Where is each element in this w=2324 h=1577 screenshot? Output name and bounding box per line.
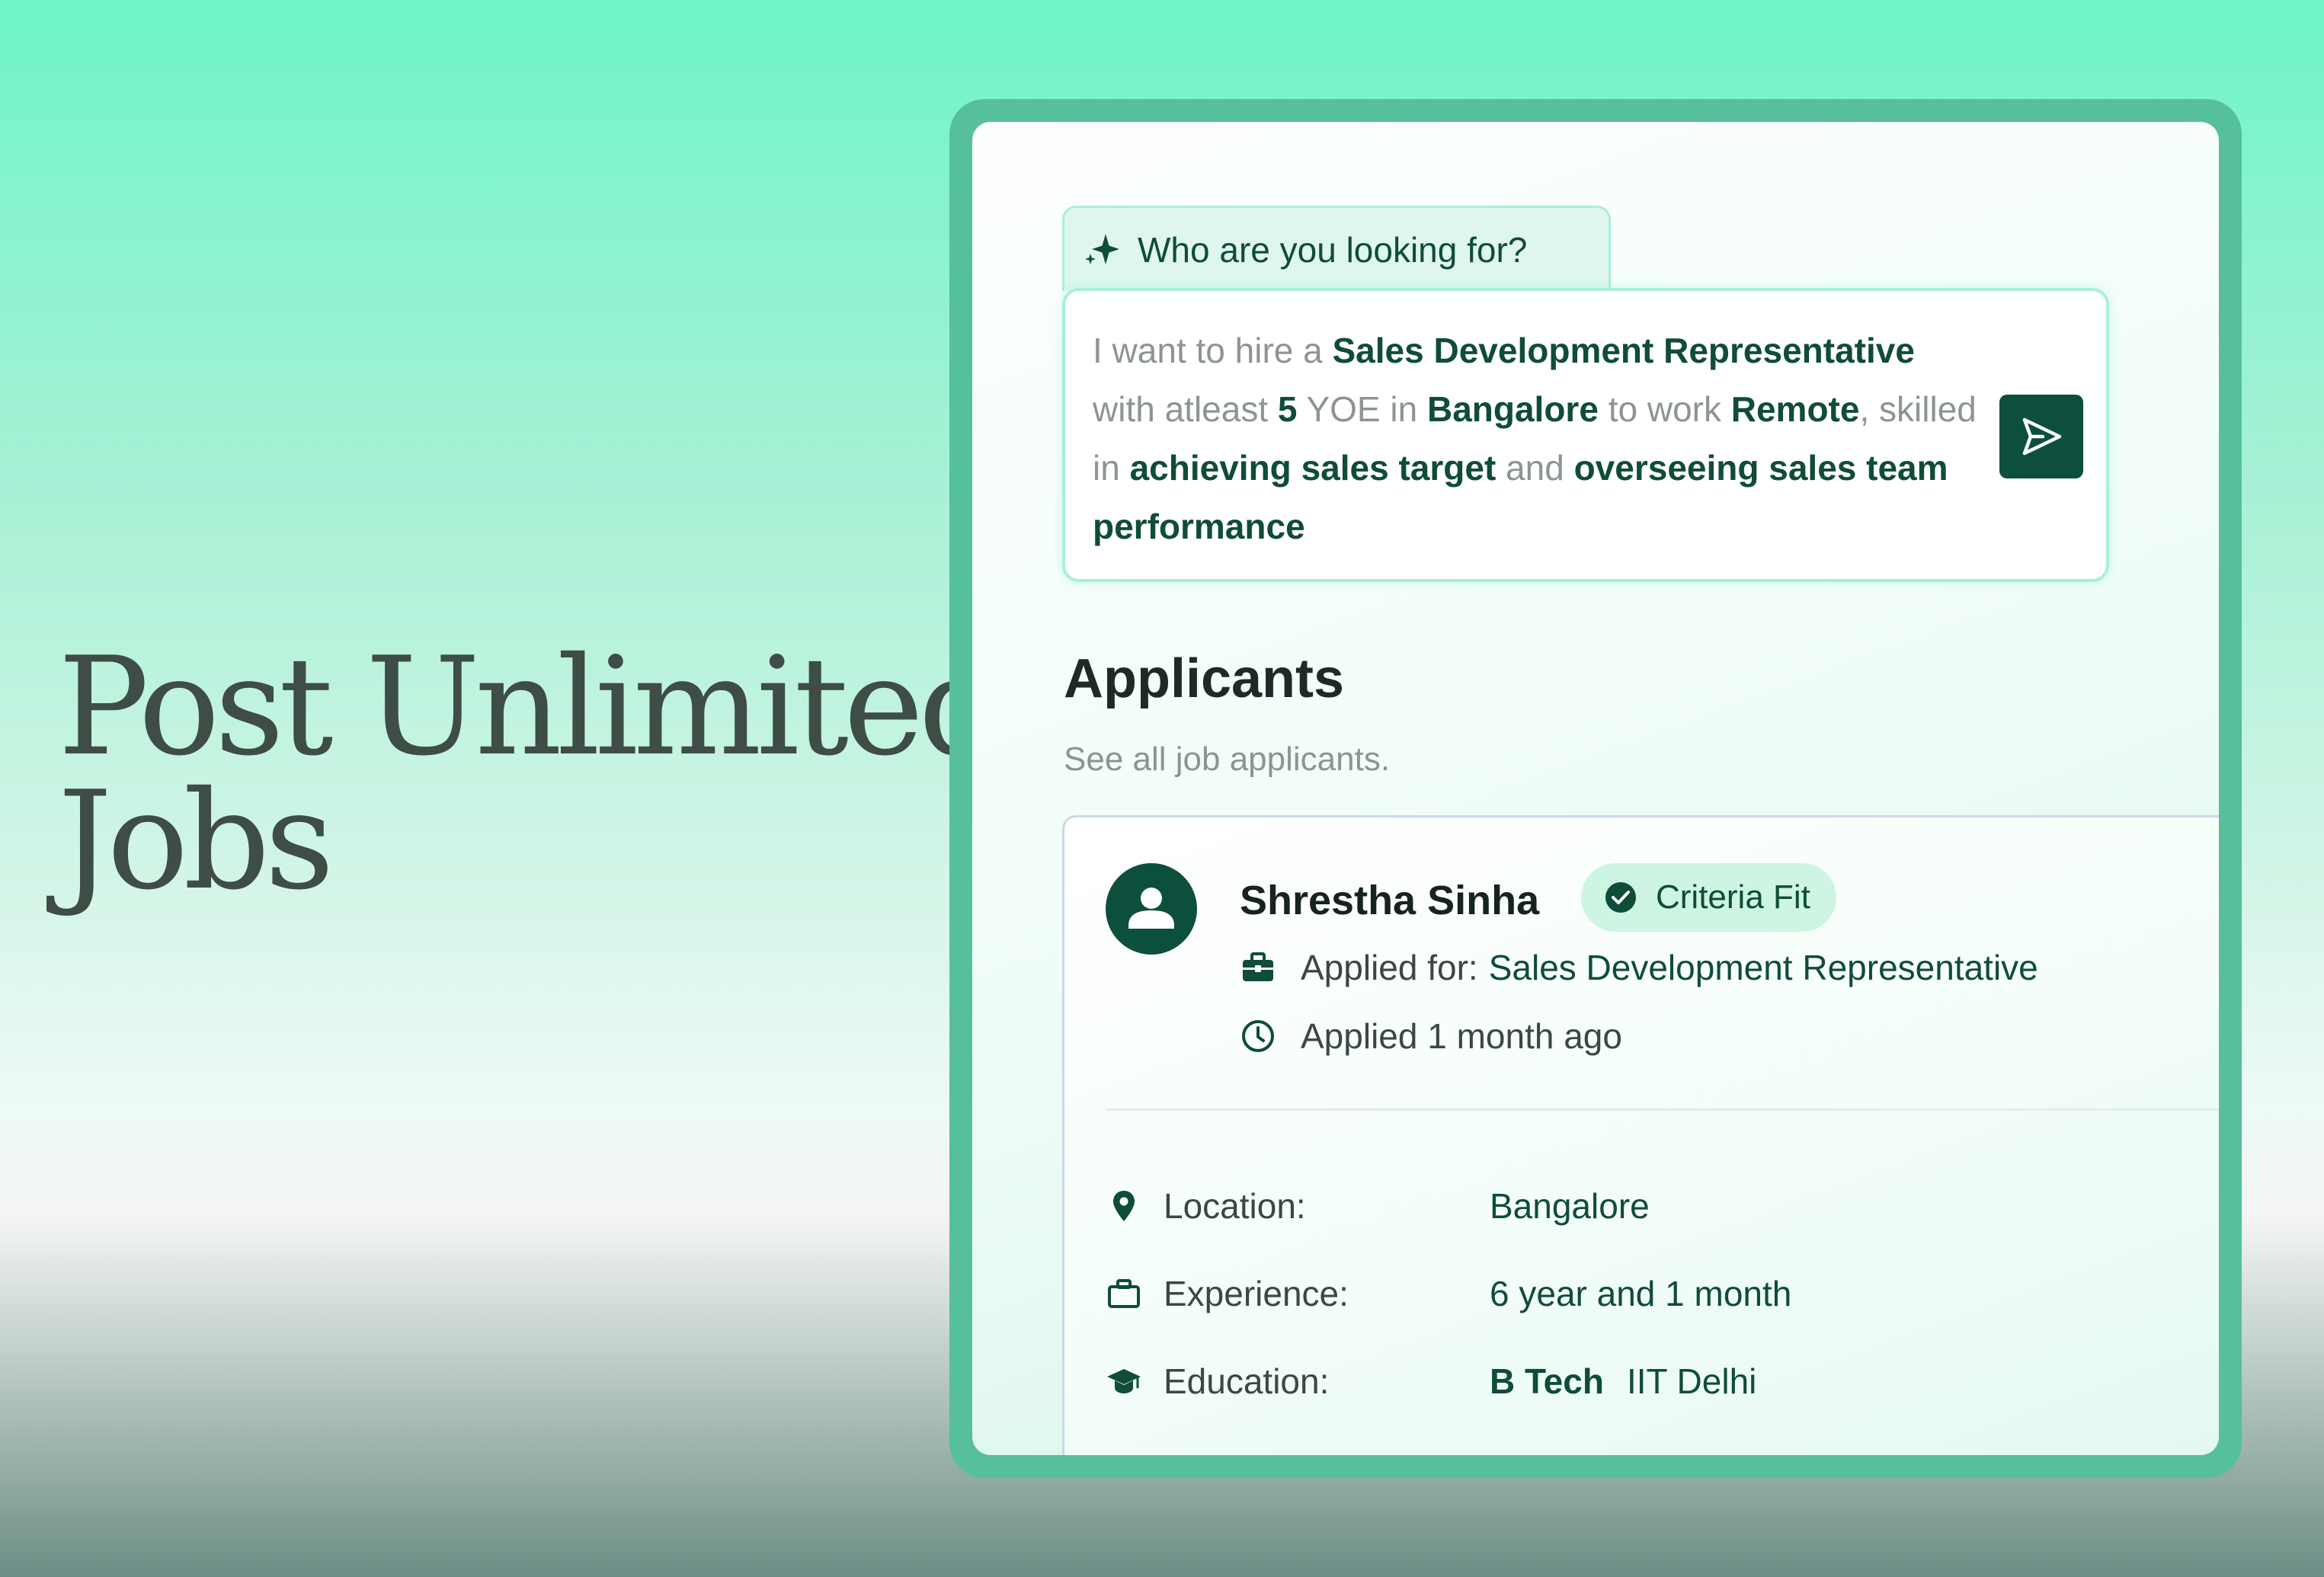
app-panel: Who are you looking for? I want to hire … bbox=[972, 122, 2219, 1455]
location-label: Location: bbox=[1164, 1186, 1306, 1226]
applicant-name[interactable]: Shrestha Sinha bbox=[1240, 866, 1539, 935]
experience-value: 6 year and 1 month bbox=[1490, 1274, 1792, 1313]
graduation-cap-icon bbox=[1107, 1369, 1141, 1393]
applied-time-row: Applied 1 month ago bbox=[1240, 1016, 1622, 1057]
prompt-text-segment: I want to hire a bbox=[1093, 331, 1333, 370]
location-row: Location: Bangalore bbox=[1106, 1179, 1650, 1233]
send-icon bbox=[2022, 417, 2062, 456]
education-row: Education: B Tech IIT Delhi bbox=[1106, 1355, 1756, 1408]
prompt-text: I want to hire a Sales Development Repre… bbox=[1093, 321, 1984, 556]
prompt-text-segment: YOE in bbox=[1297, 389, 1427, 429]
prompt-text-segment: and bbox=[1496, 448, 1574, 488]
sparkle-icon bbox=[1085, 233, 1119, 264]
prompt-text-segment: to work bbox=[1598, 389, 1731, 429]
applied-for-label: Applied for: bbox=[1301, 948, 1478, 987]
applied-for-value: Sales Development Representative bbox=[1488, 948, 2038, 987]
card-divider bbox=[1106, 1108, 2219, 1111]
briefcase-icon bbox=[1243, 952, 1273, 981]
prompt-keyword: achieving sales target bbox=[1129, 448, 1497, 488]
prompt-text-segment: with atleast bbox=[1093, 389, 1278, 429]
prompt-input[interactable]: I want to hire a Sales Development Repre… bbox=[1062, 288, 2109, 582]
app-frame: Who are you looking for? I want to hire … bbox=[949, 99, 2242, 1478]
hero-title: Post Unlimited Jobs bbox=[58, 628, 1005, 920]
applied-time: Applied 1 month ago bbox=[1301, 1016, 1622, 1056]
user-icon bbox=[1128, 888, 1174, 929]
prompt-tab: Who are you looking for? bbox=[1062, 206, 1611, 291]
applied-for-row: Applied for: Sales Development Represent… bbox=[1240, 947, 2038, 988]
send-button[interactable] bbox=[1999, 395, 2083, 478]
prompt-keyword: 5 bbox=[1277, 389, 1298, 429]
experience-label: Experience: bbox=[1164, 1274, 1349, 1313]
prompt-keyword: Sales Development Representative bbox=[1332, 331, 1915, 370]
check-circle-icon bbox=[1605, 882, 1636, 913]
education-degree: B Tech bbox=[1490, 1361, 1604, 1401]
education-school: IIT Delhi bbox=[1626, 1361, 1757, 1401]
applicants-subtitle: See all job applicants. bbox=[1064, 741, 1391, 778]
hero-title-line-1: Post Unlimited bbox=[58, 628, 1005, 785]
applicant-card[interactable]: Shrestha Sinha Criteria Fit Applied for:… bbox=[1062, 815, 2219, 1455]
hero-title-line-2: Jobs bbox=[58, 762, 335, 920]
avatar bbox=[1106, 863, 1197, 955]
prompt-tab-label: Who are you looking for? bbox=[1138, 229, 1528, 270]
experience-row: Experience: 6 year and 1 month bbox=[1106, 1267, 1791, 1320]
location-value: Bangalore bbox=[1490, 1186, 1650, 1226]
applicants-title: Applicants bbox=[1064, 648, 1345, 709]
prompt-keyword: Remote bbox=[1730, 389, 1860, 429]
location-pin-icon bbox=[1113, 1191, 1135, 1221]
badge-label: Criteria Fit bbox=[1656, 878, 1810, 916]
briefcase-outline-icon bbox=[1108, 1279, 1140, 1308]
education-label: Education: bbox=[1164, 1361, 1330, 1401]
criteria-fit-badge: Criteria Fit bbox=[1581, 863, 1836, 932]
prompt-keyword: Bangalore bbox=[1426, 389, 1599, 429]
education-value: B Tech IIT Delhi bbox=[1490, 1361, 1756, 1402]
clock-icon bbox=[1242, 1020, 1274, 1052]
